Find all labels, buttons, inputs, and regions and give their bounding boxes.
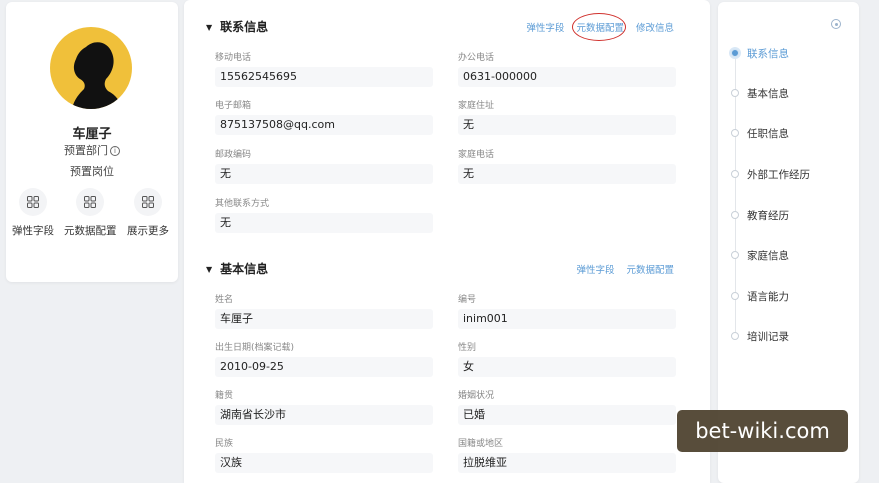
field-value: 无 [215, 164, 433, 184]
nav-dot [731, 170, 739, 178]
field-employee-number: 编号 inim001 [458, 292, 676, 329]
metadata-config-label: 元数据配置 [64, 225, 117, 237]
employee-post: 预置岗位 [70, 165, 114, 178]
show-more-label: 展示更多 [127, 225, 169, 237]
field-label: 性别 [458, 343, 477, 353]
nav-item-label: 教育经历 [747, 210, 789, 222]
nav-dot [731, 332, 739, 340]
field-label: 国籍或地区 [458, 439, 504, 449]
field-home-address: 家庭住址 无 [458, 98, 676, 135]
field-value: 湖南省长沙市 [215, 405, 433, 425]
field-value: 已婚 [458, 405, 676, 425]
field-label: 籍贯 [215, 391, 234, 401]
nav-dot [731, 49, 739, 57]
elastic-fields-label: 弹性字段 [12, 225, 54, 237]
contact-section-header[interactable]: ▼ 联系信息 [206, 18, 268, 35]
basic-section-title: 基本信息 [220, 262, 269, 276]
nav-dot [731, 211, 739, 219]
field-label: 婚姻状况 [458, 391, 495, 401]
field-value: 2010-09-25 [215, 357, 433, 377]
nav-item-label: 培训记录 [747, 331, 789, 343]
field-label: 姓名 [215, 295, 234, 305]
contact-metadata-config-link[interactable]: 元数据配置 [572, 13, 626, 41]
nav-dot [731, 89, 739, 97]
avatar [50, 27, 132, 109]
field-value: 车厘子 [215, 309, 433, 329]
field-value: inim001 [458, 309, 676, 329]
field-label: 家庭电话 [458, 150, 495, 160]
field-nationality: 国籍或地区 拉脱维亚 [458, 436, 676, 473]
field-label: 家庭住址 [458, 101, 495, 111]
field-label: 编号 [458, 295, 477, 305]
field-name: 姓名 车厘子 [215, 292, 433, 329]
elastic-fields-button[interactable]: 弹性字段 [7, 188, 59, 238]
contact-edit-link[interactable]: 修改信息 [636, 23, 674, 34]
nav-dot [731, 292, 739, 300]
grid-icon [134, 188, 162, 216]
contact-elastic-fields-link[interactable]: 弹性字段 [526, 23, 564, 34]
gear-icon[interactable] [831, 19, 841, 29]
caret-down-icon[interactable]: ▼ [206, 265, 212, 274]
field-value: 汉族 [215, 453, 433, 473]
field-label: 邮政编码 [215, 150, 252, 160]
watermark: bet-wiki.com [677, 410, 848, 452]
nav-item-label: 外部工作经历 [747, 169, 810, 181]
grid-icon [19, 188, 47, 216]
field-label: 移动电话 [215, 53, 252, 63]
basic-section-header[interactable]: ▼ 基本信息 [206, 260, 268, 277]
caret-down-icon[interactable]: ▼ [206, 23, 212, 32]
field-ethnicity: 民族 汉族 [215, 436, 433, 473]
department-label: 预置部门 [64, 144, 108, 157]
profile-card: 车厘子 预置部门 i 预置岗位 弹性字段 元数据配置 展示更多 [6, 2, 178, 282]
metadata-config-button[interactable]: 元数据配置 [64, 188, 117, 238]
field-postal-code: 邮政编码 无 [215, 147, 433, 184]
employee-department: 预置部门 i [6, 142, 178, 158]
field-value: 0631-000000 [458, 67, 676, 87]
field-email: 电子邮箱 875137508@qq.com [215, 98, 433, 135]
field-label: 办公电话 [458, 53, 495, 63]
field-marital-status: 婚姻状况 已婚 [458, 388, 676, 425]
show-more-button[interactable]: 展示更多 [122, 188, 174, 238]
nav-item-label: 任职信息 [747, 128, 789, 140]
field-value: 15562545695 [215, 67, 433, 87]
field-label: 民族 [215, 439, 234, 449]
field-native-place: 籍贯 湖南省长沙市 [215, 388, 433, 425]
field-gender: 性别 女 [458, 340, 676, 377]
main-panel: ▼ 联系信息 弹性字段 元数据配置 修改信息 移动电话 15562545695 办… [184, 0, 710, 483]
field-birth-date: 出生日期(档案记载) 2010-09-25 [215, 340, 433, 377]
basic-metadata-config-link[interactable]: 元数据配置 [626, 265, 674, 276]
nav-item-label: 家庭信息 [747, 250, 789, 262]
field-value: 875137508@qq.com [215, 115, 433, 135]
nav-dot [731, 129, 739, 137]
field-label: 电子邮箱 [215, 101, 252, 111]
field-value: 拉脱维亚 [458, 453, 676, 473]
grid-icon [76, 188, 104, 216]
field-value: 女 [458, 357, 676, 377]
employee-name: 车厘子 [72, 127, 112, 142]
info-icon[interactable]: i [110, 146, 120, 156]
nav-item-label: 语言能力 [747, 291, 789, 303]
nav-item-label: 联系信息 [747, 48, 789, 60]
nav-dot [731, 251, 739, 259]
field-office-phone: 办公电话 0631-000000 [458, 50, 676, 87]
field-label: 其他联系方式 [215, 199, 270, 209]
field-home-phone: 家庭电话 无 [458, 147, 676, 184]
nav-item-label: 基本信息 [747, 88, 789, 100]
contact-actions: 弹性字段 元数据配置 修改信息 [517, 13, 674, 41]
field-other-contact: 其他联系方式 无 [215, 196, 433, 233]
field-value: 无 [215, 213, 433, 233]
field-value: 无 [458, 164, 676, 184]
field-mobile-phone: 移动电话 15562545695 [215, 50, 433, 87]
field-label: 出生日期(档案记载) [215, 343, 295, 353]
basic-actions: 弹性字段 元数据配置 [567, 262, 674, 276]
basic-elastic-fields-link[interactable]: 弹性字段 [576, 265, 614, 276]
person-silhouette-icon [72, 42, 122, 109]
contact-section-title: 联系信息 [220, 20, 269, 34]
field-value: 无 [458, 115, 676, 135]
